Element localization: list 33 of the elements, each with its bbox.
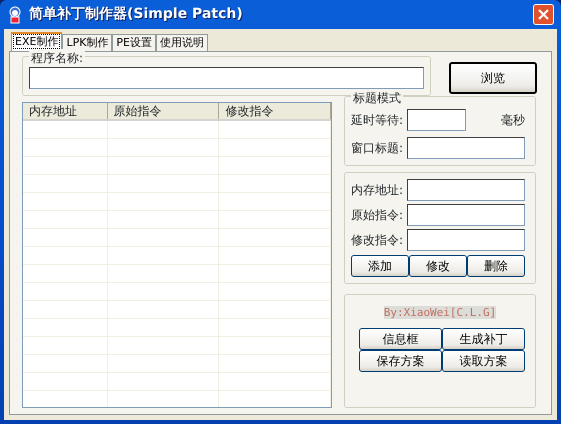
edit-button[interactable]: 修改 — [409, 255, 467, 277]
delay-field[interactable] — [407, 109, 466, 131]
close-button[interactable] — [533, 4, 554, 25]
window-title: 简单补丁制作器(Simple Patch) — [29, 5, 244, 24]
window-title-field[interactable] — [407, 137, 525, 159]
action-button[interactable]: 读取方案 — [442, 350, 525, 372]
field-label: 窗口标题: — [351, 140, 404, 157]
group-label: 标题模式 — [351, 89, 403, 107]
tab[interactable]: LPK制作 — [62, 34, 112, 51]
close-icon — [538, 9, 549, 20]
program-name-field[interactable] — [29, 67, 424, 89]
tab[interactable]: EXE制作 — [11, 32, 62, 51]
field-label: 内存地址: — [351, 182, 404, 199]
app-icon — [7, 6, 23, 24]
credit-text: By:XiaoWei[C.L.G] — [384, 306, 496, 319]
field-label: 修改指令: — [351, 232, 404, 249]
tab[interactable]: 使用说明 — [156, 34, 208, 51]
column-header[interactable]: 原始指令 — [108, 103, 220, 119]
action-button[interactable]: 保存方案 — [359, 350, 442, 372]
tab[interactable]: PE设置 — [112, 34, 156, 51]
edit-button[interactable]: 删除 — [467, 255, 525, 277]
column-header[interactable]: 修改指令 — [219, 103, 332, 119]
field-label: 延时等待: — [351, 112, 404, 129]
edit-button[interactable]: 添加 — [351, 255, 409, 277]
column-header[interactable]: 内存地址 — [23, 103, 108, 119]
instruction-field[interactable] — [407, 229, 525, 251]
unit-label: 毫秒 — [501, 112, 525, 129]
action-button[interactable]: 信息框 — [359, 328, 442, 350]
instruction-field[interactable] — [407, 204, 525, 226]
browse-button[interactable]: 浏览 — [449, 62, 537, 94]
action-button[interactable]: 生成补丁 — [442, 328, 525, 350]
instruction-field[interactable] — [407, 179, 525, 201]
field-label: 原始指令: — [351, 207, 404, 224]
